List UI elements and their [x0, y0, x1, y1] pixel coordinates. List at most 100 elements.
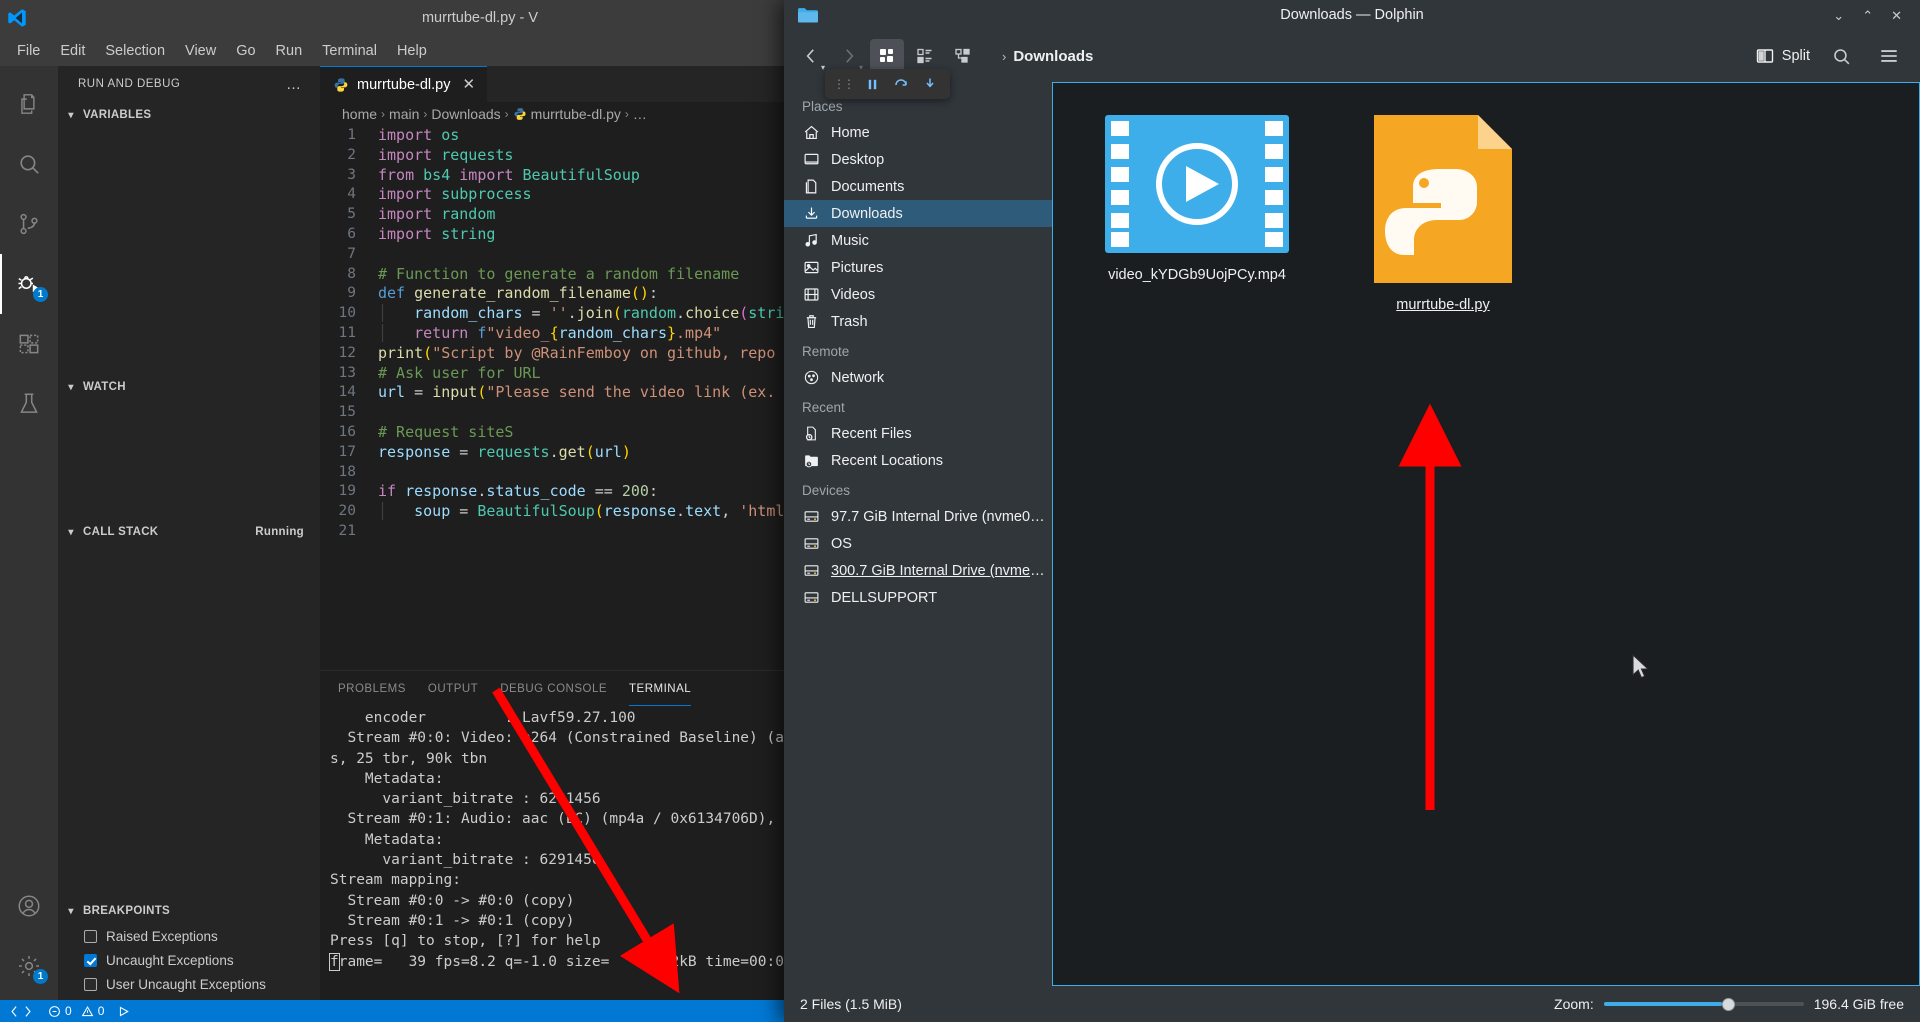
back-button[interactable]: ▾: [794, 39, 828, 73]
drive-icon: [802, 562, 820, 580]
places-item-recent-locations[interactable]: Recent Locations: [784, 447, 1052, 474]
activity-extensions[interactable]: [0, 314, 58, 374]
breadcrumb-file[interactable]: murrtube-dl.py: [531, 106, 621, 122]
breadcrumb-home[interactable]: home: [342, 106, 377, 122]
breakpoint-row[interactable]: Raised Exceptions: [58, 924, 320, 948]
places-item-label: Pictures: [831, 259, 884, 276]
line-number: 3: [347, 166, 356, 183]
breadcrumb-main[interactable]: main: [389, 106, 419, 122]
line-content: from bs4 import BeautifulSoup: [378, 165, 640, 184]
tab-murrtube-dl-py[interactable]: murrtube-dl.py ✕: [320, 66, 488, 102]
places-item-desktop[interactable]: Desktop: [784, 146, 1052, 173]
places-item-os[interactable]: OS: [784, 530, 1052, 557]
debug-run-status-icon[interactable]: [118, 1005, 131, 1018]
breakpoint-row[interactable]: User Uncaught Exceptions: [58, 972, 320, 996]
breakpoint-checkbox[interactable]: [84, 929, 97, 943]
section-variables[interactable]: ▾ VARIABLES: [58, 102, 320, 128]
section-watch[interactable]: ▾ WATCH: [58, 374, 320, 400]
breakpoint-checkbox[interactable]: [84, 953, 97, 967]
breadcrumb-downloads[interactable]: Downloads: [431, 106, 500, 122]
menu-go[interactable]: Go: [227, 40, 264, 62]
activity-testing[interactable]: [0, 374, 58, 434]
line-content: import string: [378, 224, 496, 243]
search-icon[interactable]: [1824, 39, 1858, 73]
menu-view[interactable]: View: [176, 40, 225, 62]
zoom-control: Zoom: 196.4 GiB free: [1554, 995, 1904, 1013]
section-breakpoints[interactable]: ▾ BREAKPOINTS: [58, 898, 320, 924]
tab-terminal[interactable]: TERMINAL: [629, 671, 692, 706]
places-item-label: Documents: [831, 178, 905, 195]
places-item-97-7-gib-internal-drive-nvme0n1p9[interactable]: 97.7 GiB Internal Drive (nvme0n1p9): [784, 503, 1052, 530]
places-item-videos[interactable]: Videos: [784, 281, 1052, 308]
breadcrumb-more[interactable]: …: [633, 106, 647, 122]
menu-edit[interactable]: Edit: [51, 40, 94, 62]
maximize-button[interactable]: ⌃: [1862, 9, 1873, 22]
menu-run[interactable]: Run: [267, 40, 312, 62]
close-button[interactable]: ✕: [1891, 9, 1902, 22]
minimize-button[interactable]: ⌄: [1833, 9, 1844, 22]
step-over-button[interactable]: [889, 72, 913, 96]
tabs-filler: ⋮⋮: [487, 66, 960, 102]
activity-run-and-debug[interactable]: 1: [0, 254, 58, 314]
activity-search[interactable]: [0, 134, 58, 194]
file-view[interactable]: video_kYDGb9UojPCy.mp4 murrtube-dl.py: [1052, 82, 1920, 986]
zoom-slider[interactable]: [1603, 995, 1804, 1013]
settings-badge: 1: [33, 969, 48, 984]
compact-view-button[interactable]: [908, 39, 942, 73]
tab-close-icon[interactable]: ✕: [462, 77, 475, 92]
places-item-downloads[interactable]: Downloads: [784, 200, 1052, 227]
places-item-network[interactable]: Network: [784, 364, 1052, 391]
places-item-recent-files[interactable]: Recent Files: [784, 420, 1052, 447]
line-number: 16: [338, 423, 356, 440]
pause-button[interactable]: [860, 72, 884, 96]
icons-view-button[interactable]: [870, 39, 904, 73]
hamburger-icon[interactable]: [1872, 39, 1906, 73]
menu-help[interactable]: Help: [388, 40, 436, 62]
dolphin-window: Downloads — Dolphin ⌄ ⌃ ✕ ▾ ▾ › Download…: [784, 0, 1920, 1022]
activity-settings[interactable]: 1: [0, 936, 58, 996]
places-item-trash[interactable]: Trash: [784, 308, 1052, 335]
line-number: 8: [347, 265, 356, 282]
drag-handle-icon[interactable]: ⋮⋮: [833, 77, 855, 91]
places-item-dellsupport[interactable]: DELLSUPPORT: [784, 584, 1052, 611]
places-item-home[interactable]: Home: [784, 119, 1052, 146]
step-into-button[interactable]: [918, 72, 942, 96]
menu-terminal[interactable]: Terminal: [313, 40, 386, 62]
file-count-summary: 2 Files (1.5 MiB): [800, 996, 902, 1012]
remote-indicator[interactable]: [8, 1005, 34, 1018]
activity-account[interactable]: [0, 876, 58, 936]
places-panel: Places Home Desktop Documents Downloads Music…: [784, 82, 1052, 986]
breakpoint-row[interactable]: Uncaught Exceptions: [58, 948, 320, 972]
tab-output[interactable]: OUTPUT: [428, 671, 478, 706]
file-item-python[interactable]: murrtube-dl.py: [1329, 105, 1557, 319]
call-stack-pane: ▾ CALL STACK Running: [58, 519, 320, 898]
line-number: 6: [347, 225, 356, 242]
tab-problems[interactable]: PROBLEMS: [338, 671, 406, 706]
file-item-video[interactable]: video_kYDGb9UojPCy.mp4: [1083, 105, 1311, 319]
places-item-pictures[interactable]: Pictures: [784, 254, 1052, 281]
places-item-label: Network: [831, 369, 885, 386]
split-button[interactable]: Split: [1755, 46, 1810, 66]
activity-source-control[interactable]: [0, 194, 58, 254]
tab-debug-console[interactable]: DEBUG CONSOLE: [500, 671, 607, 706]
places-item-music[interactable]: Music: [784, 227, 1052, 254]
menu-selection[interactable]: Selection: [96, 40, 174, 62]
breakpoint-label: User Uncaught Exceptions: [106, 976, 266, 992]
editor-tabs: murrtube-dl.py ✕ ⋮⋮: [320, 66, 960, 102]
line-number: 9: [347, 285, 356, 302]
details-view-button[interactable]: [946, 39, 980, 73]
zoom-slider-handle[interactable]: [1721, 997, 1735, 1011]
folder-icon: [796, 3, 820, 27]
line-content: if response.status_code == 200:: [378, 482, 658, 501]
section-call-stack[interactable]: ▾ CALL STACK Running: [58, 519, 320, 545]
forward-button[interactable]: ▾: [832, 39, 866, 73]
places-item-documents[interactable]: Documents: [784, 173, 1052, 200]
menu-file[interactable]: File: [8, 40, 49, 62]
places-item-300-7-gib-internal-drive-nvme0n1[interactable]: 300.7 GiB Internal Drive (nvme0n1…: [784, 557, 1052, 584]
breadcrumb-downloads[interactable]: Downloads: [1013, 48, 1093, 65]
breakpoint-checkbox[interactable]: [84, 977, 97, 991]
sidebar-more-actions-button[interactable]: …: [286, 76, 302, 93]
problems-status[interactable]: 0 0: [48, 1004, 104, 1018]
location-breadcrumb[interactable]: › Downloads: [984, 48, 1751, 65]
activity-explorer[interactable]: [0, 74, 58, 134]
